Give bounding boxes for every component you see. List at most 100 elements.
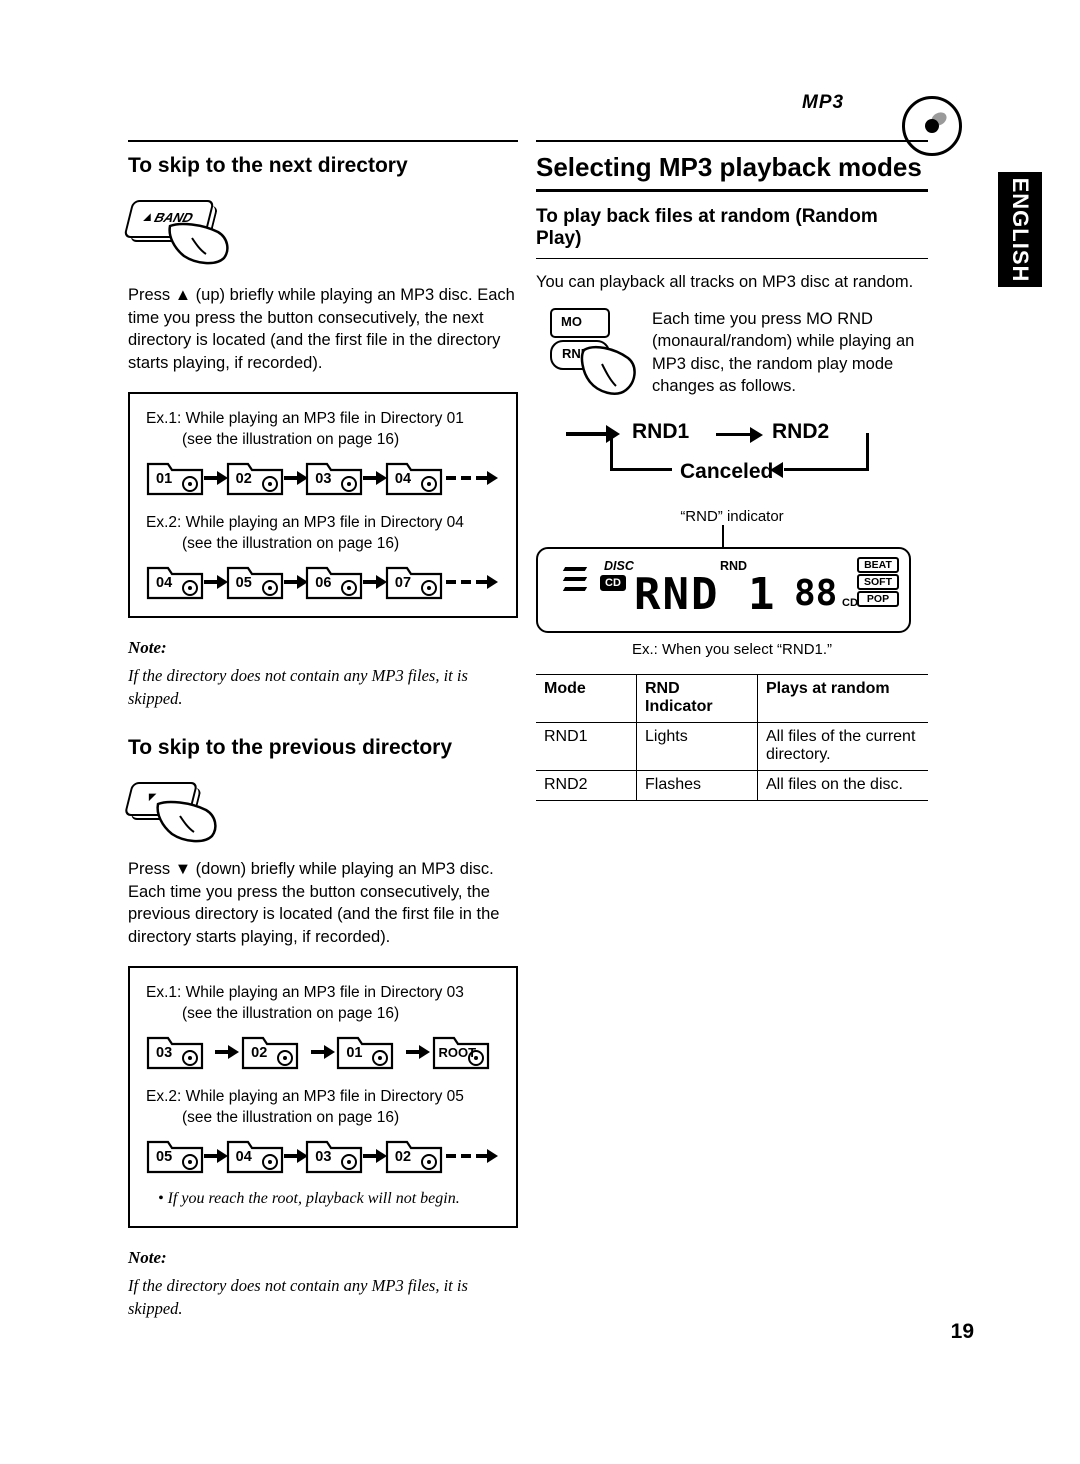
cell-plays: All files on the disc. [766,775,903,793]
arrow-icon [750,426,763,443]
mp3-logo-text: MP3 [802,92,845,113]
cell-indicator: Flashes [636,770,758,800]
example-box-next: Ex.1: While playing an MP3 file in Direc… [128,392,518,618]
lcd-eq-soft: SOFT [857,573,899,590]
table-body: RND1 Lights All files of the current dir… [536,722,928,800]
left-top-rule [128,140,518,142]
note-label-2: Note: [128,1248,167,1267]
disc-shine [929,109,949,129]
example1-line1: Ex.1: While playing an MP3 file in Direc… [146,410,464,427]
mo-button: MO [550,307,610,338]
table-header-indicator-line2: Indicator [645,697,713,715]
random-modes-table: Mode RND Indicator Plays at random RND1 … [536,674,928,801]
folder-number: 05 [156,1149,173,1165]
pointer-line [722,524,724,547]
lcd-disc-label: DISC [604,558,634,573]
dash [460,580,471,584]
arrow-icon [283,471,308,485]
arrow-icon [475,471,500,485]
example4-line1: Ex.2: While playing an MP3 file in Direc… [146,1088,464,1105]
arrow-icon [204,575,228,589]
left-column: To skip to the next directory ▲BAND Pres… [123,140,518,1320]
folder-icon: 01 [146,460,204,496]
example1-line2: (see the illustration on page 16) [182,431,400,448]
folder-number: 01 [346,1045,363,1061]
lcd-display-illustration: DISC CD RND RND 1 88 CD BEAT SOFT POP [536,546,911,633]
folder-icon: 04 [226,1138,283,1174]
cell-mode: RND2 [536,770,637,800]
heading-skip-next-directory: To skip to the next directory [128,154,408,177]
table-row: RND2 Flashes All files on the disc. [536,770,928,800]
folder-number: 06 [315,575,332,591]
folder-number: ROOT [438,1045,477,1060]
finger-icon [166,220,232,266]
arrow-icon [283,575,308,589]
right-column: Selecting MP3 playback modes To play bac… [536,140,928,801]
table-row: RND1 Lights All files of the current dir… [536,722,928,770]
flow-line [610,432,613,471]
folder-number: 07 [394,575,412,591]
folder-sequence-next-2: 04 05 06 07 [146,564,500,600]
folder-icon: 02 [226,460,283,496]
dash [460,1154,471,1158]
folder-number: 03 [156,1045,173,1061]
arrow-icon [310,1045,336,1059]
language-tab: ENGLISH [998,172,1042,287]
manual-page: MP3 ENGLISH To skip to the next director… [0,0,1080,1464]
finger-icon [154,798,220,844]
folder-sequence-prev-2: 05 04 03 02 [146,1138,500,1174]
folder-icon: 03 [305,1138,363,1174]
flow-line [866,432,869,471]
folder-icon: 03 [305,460,363,496]
arrow-icon [405,1045,431,1059]
folder-number: 03 [315,1149,332,1165]
folder-icon: 04 [385,460,443,496]
arrow-icon [215,1045,240,1059]
flow-label-rnd1: RND1 [632,419,690,443]
arrow-icon [283,1149,308,1163]
table-header-indicator-line1: RND [645,679,680,697]
flow-label-rnd2: RND2 [772,419,830,443]
mo-rnd-section: MO RND Each time you press MO RND (monau… [536,307,928,404]
flow-line [566,431,610,436]
paragraph-random-intro: You can playback all tracks on MP3 disc … [536,273,914,291]
folder-number: 01 [156,471,173,487]
folder-sequence-next-1: 01 02 03 04 [146,460,500,496]
lcd-eq-pop: POP [857,590,899,607]
mo-rnd-button-illustration: MO RND [536,307,646,404]
flow-label-canceled: Canceled [680,459,774,483]
folder-icon: ROOT [432,1034,500,1070]
note-text-1: If the directory does not contain any MP… [128,666,468,708]
lcd-track-number: 88 [794,572,838,614]
paragraph-mo-rnd: Each time you press MO RND (monaural/ran… [652,309,915,396]
note-text-2: If the directory does not contain any MP… [128,1276,468,1318]
table-header-mode: Mode [536,674,637,722]
folder-icon: 05 [146,1138,204,1174]
paragraph-skip-next: Press ▲ (up) briefly while playing an MP… [128,286,515,372]
folder-number: 02 [251,1045,268,1061]
lcd-tick [562,566,588,571]
subheading-underline [536,258,928,259]
down-button-illustration: ▼ [123,782,258,844]
mo-button-label: MO [561,313,582,329]
right-top-rule [536,140,928,142]
lcd-eq-beat: BEAT [857,556,899,573]
lcd-eq-group: BEAT SOFT POP [857,556,899,608]
lcd-cd-badge: CD [600,574,626,591]
title-underline [536,189,928,192]
dash [460,476,471,480]
arrow-icon [363,471,387,485]
lcd-tick [562,586,588,591]
example4-line2: (see the illustration on page 16) [182,1109,400,1126]
folder-number: 04 [156,575,173,591]
random-mode-flow-diagram: RND1 RND2 Canceled [548,420,918,502]
example-box-previous: Ex.1: While playing an MP3 file in Direc… [128,966,518,1228]
table-header-indicator: RND Indicator [636,674,758,722]
lcd-caption: Ex.: When you select “RND1.” [631,640,833,658]
arrow-icon [204,471,228,485]
lcd-tick [562,576,588,581]
folder-icon: 02 [385,1138,443,1174]
folder-icon: 07 [385,564,443,600]
lcd-cd-small-label: CD [842,596,858,609]
table-header: Mode RND Indicator Plays at random [536,674,928,722]
